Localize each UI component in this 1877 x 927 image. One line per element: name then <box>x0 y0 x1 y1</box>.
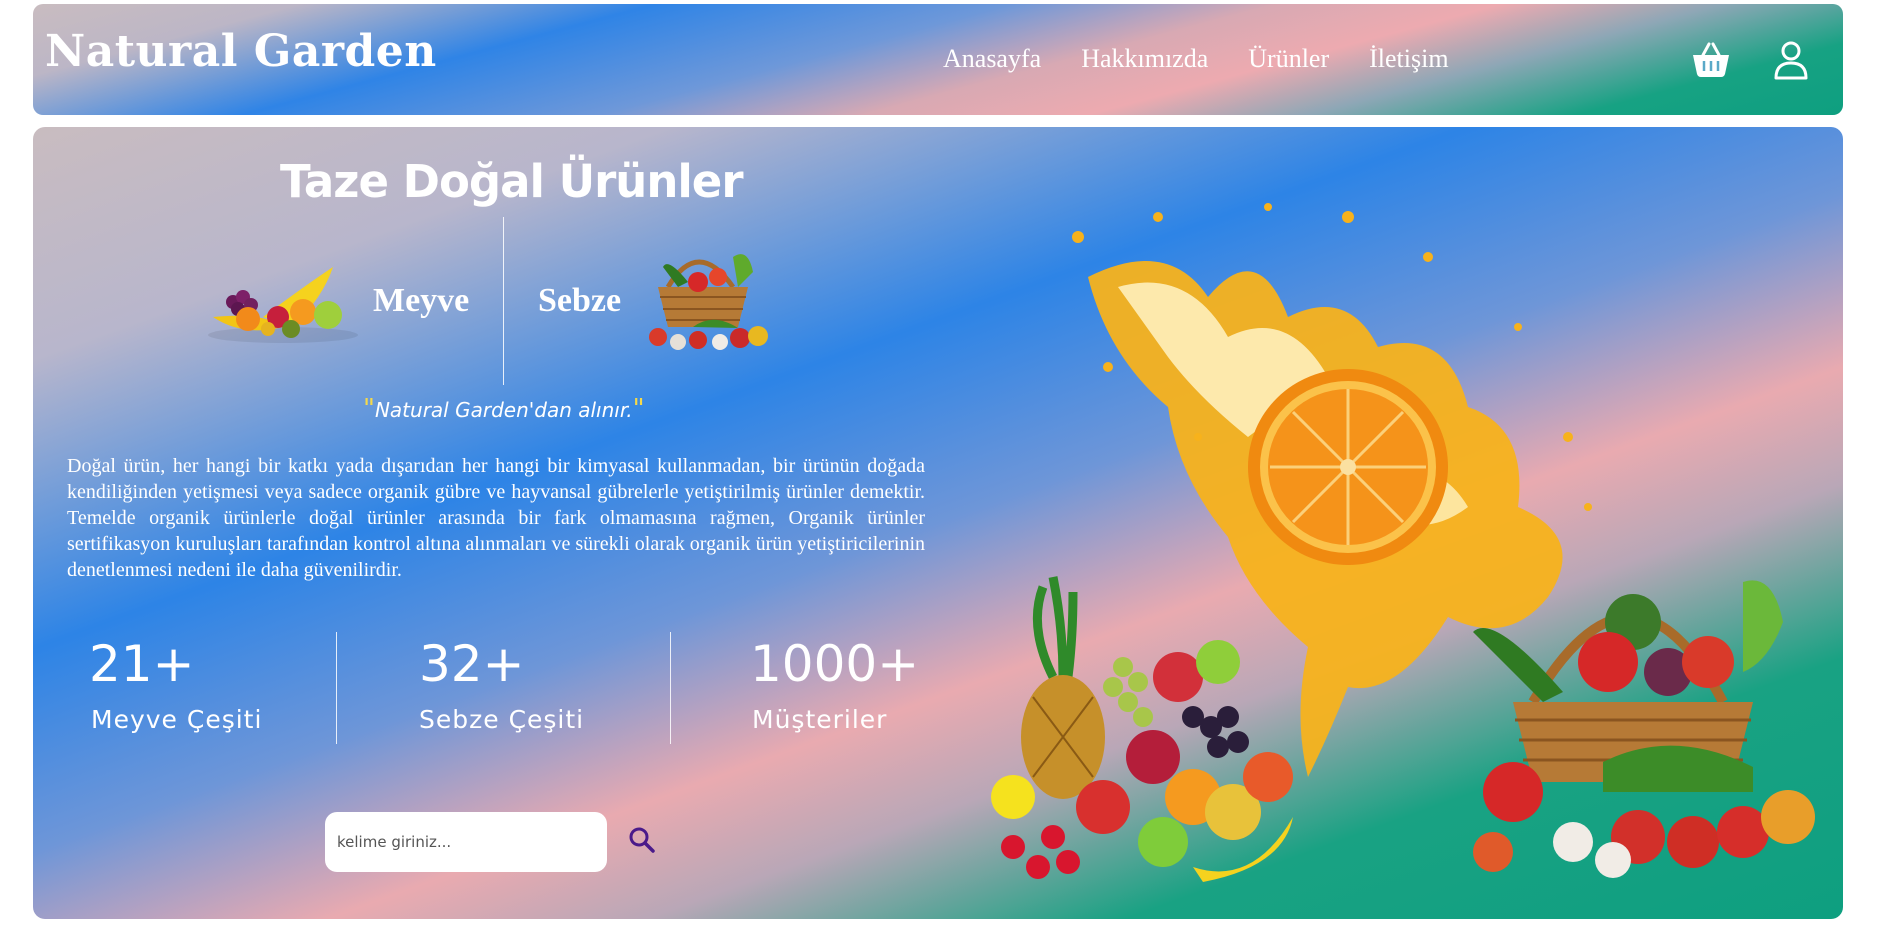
stat-divider <box>336 632 337 744</box>
nav-link-home[interactable]: Anasayfa <box>943 44 1041 74</box>
stat-value-fruit: 21+ <box>89 635 195 693</box>
category-divider <box>503 217 504 385</box>
quote-open: " <box>363 394 375 424</box>
search-icon[interactable] <box>626 824 658 856</box>
stat-value-vegetable: 32+ <box>419 635 525 693</box>
stat-label-customers: Müşteriler <box>752 705 888 734</box>
quote-close: " <box>632 394 645 424</box>
nav-link-products[interactable]: Ürünler <box>1248 44 1329 74</box>
fruit-pile-image <box>208 267 358 343</box>
stat-label-vegetable: Sebze Çeşiti <box>419 705 585 734</box>
fruit-pile-large-image <box>991 576 1293 882</box>
basket-icon[interactable] <box>1689 38 1733 82</box>
tagline: "Natural Garden'dan alınır." <box>363 394 645 424</box>
nav-link-contact[interactable]: İletişim <box>1369 44 1448 74</box>
search-input[interactable] <box>325 812 607 872</box>
category-vegetable[interactable]: Sebze <box>538 282 621 320</box>
user-icon[interactable] <box>1769 38 1813 82</box>
nav-link-about[interactable]: Hakkımızda <box>1081 44 1208 74</box>
hero-section: Taze Doğal Ürünler Meyve Sebze "Natural … <box>33 127 1843 919</box>
vegetable-basket-large-image <box>1473 580 1815 878</box>
category-fruit[interactable]: Meyve <box>373 282 469 320</box>
hero-title: Taze Doğal Ürünler <box>280 155 744 208</box>
stat-value-customers: 1000+ <box>750 635 920 693</box>
main-nav: Anasayfa Hakkımızda Ürünler İletişim <box>943 44 1449 74</box>
stat-divider <box>670 632 671 744</box>
stat-label-fruit: Meyve Çeşiti <box>91 705 263 734</box>
hero-description: Doğal ürün, her hangi bir katkı yada dış… <box>67 455 925 581</box>
vegetable-basket-image <box>649 254 768 350</box>
header-bar: Natural Garden Anasayfa Hakkımızda Ürünl… <box>33 4 1843 115</box>
tagline-text: Natural Garden'dan alınır. <box>374 398 633 422</box>
site-logo[interactable]: Natural Garden <box>45 26 437 77</box>
